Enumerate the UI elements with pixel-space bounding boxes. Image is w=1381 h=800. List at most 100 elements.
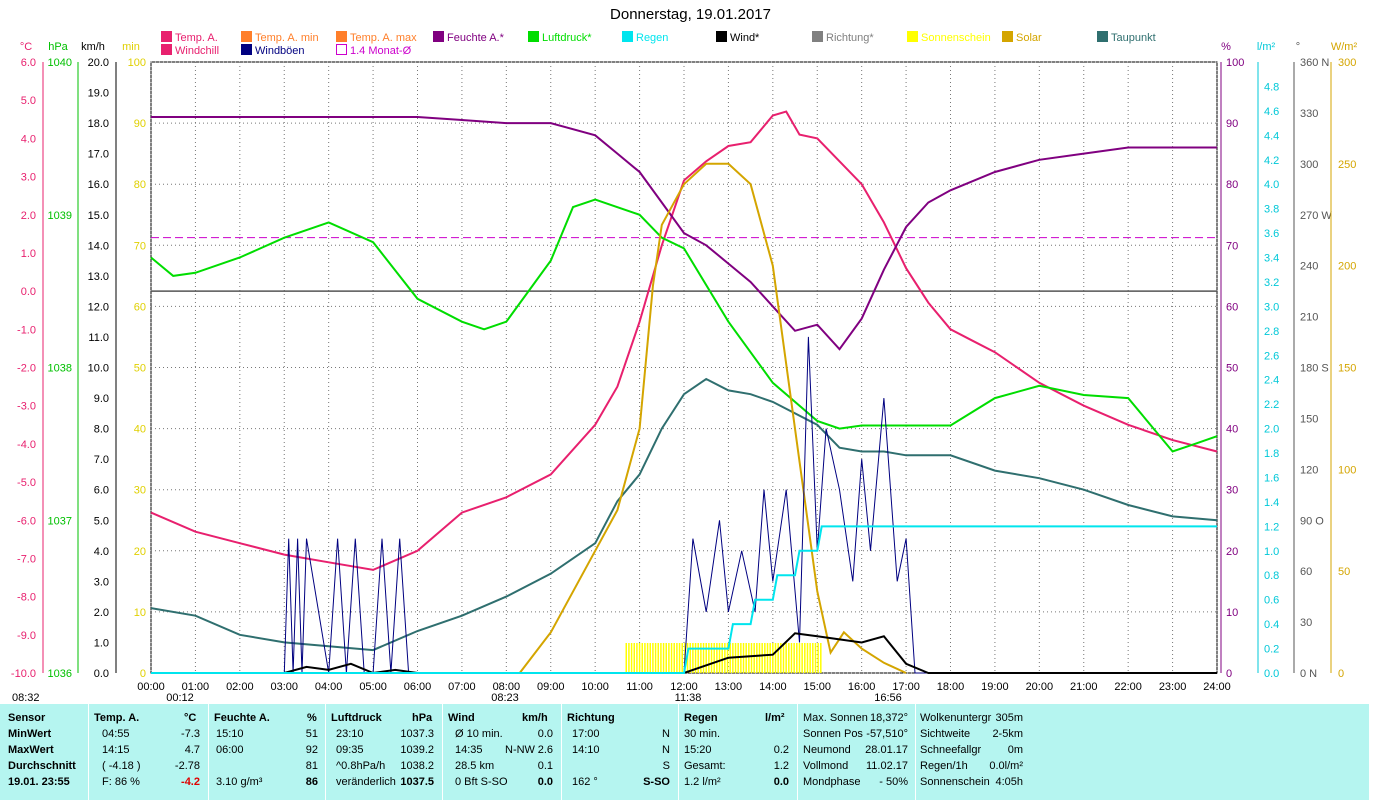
legend-item[interactable]: Wind*: [716, 31, 759, 44]
rain-axis-tick: 2.6: [1264, 350, 1279, 362]
solar-axis-tick: 150: [1338, 363, 1356, 375]
temp-axis-tick: 6.0: [21, 57, 36, 69]
hum-axis-tick: 40: [1226, 424, 1238, 436]
x-tick-label: 21:00: [1070, 681, 1098, 693]
dir-axis-tick: 210: [1300, 312, 1318, 324]
astro-value: 28.01.17: [865, 744, 908, 756]
temp-axis-tick: -9.0: [17, 630, 36, 642]
sun-axis-tick: 50: [134, 363, 146, 375]
legend-item[interactable]: Temp. A. min: [241, 31, 319, 44]
wind-axis-tick: 5.0: [94, 515, 109, 527]
pressure-axis-tick: 1039: [48, 210, 72, 222]
legend-label: Windböen: [255, 45, 305, 57]
misc-value: 305m: [995, 712, 1023, 724]
legend-label: Temp. A. max: [350, 32, 417, 44]
astro-value: - 50%: [879, 776, 908, 788]
legend-item[interactable]: Luftdruck*: [528, 31, 592, 44]
temp-axis-tick: -10.0: [11, 668, 36, 680]
rain-axis-tick: 4.4: [1264, 130, 1279, 142]
dir-unit: °: [1296, 41, 1300, 53]
astro-value: 11.02.17: [865, 760, 908, 772]
dir-axis-tick: 150: [1300, 413, 1318, 425]
pressure-axis-tick: 1040: [48, 57, 72, 69]
rain-axis-tick: 3.0: [1264, 301, 1279, 313]
hum-axis-tick: 10: [1226, 607, 1238, 619]
misc-key: Regen/1h: [920, 760, 968, 772]
x-tick-label: 03:00: [270, 681, 298, 693]
x-tick-label: 07:00: [448, 681, 476, 693]
legend-swatch: [1097, 31, 1108, 42]
wind-axis-tick: 1.0: [94, 637, 109, 649]
legend-item[interactable]: Sonnenschein: [907, 31, 991, 44]
legend-swatch: [336, 44, 347, 55]
wind-dir: N-NW: [505, 744, 535, 756]
solar-axis-tick: 50: [1338, 566, 1350, 578]
x-tick-label: 13:00: [715, 681, 743, 693]
row-label: Durchschnitt: [8, 760, 76, 772]
rain-time: 1.2 l/m²: [684, 776, 721, 788]
legend-item[interactable]: Windböen: [241, 44, 305, 57]
temp-time: 14:15: [102, 744, 130, 756]
rain-unit: l/m²: [1257, 41, 1276, 53]
legend-item[interactable]: Solar: [1002, 31, 1042, 44]
hum-axis-tick: 30: [1226, 485, 1238, 497]
legend-item[interactable]: Regen: [622, 31, 668, 44]
legend-swatch: [433, 31, 444, 42]
misc-value: 4:05h: [995, 776, 1023, 788]
pressure-axis-tick: 1036: [48, 668, 72, 680]
rain-axis-tick: 3.8: [1264, 204, 1279, 216]
legend-item[interactable]: Temp. A. max: [336, 31, 417, 44]
hum-axis-tick: 80: [1226, 179, 1238, 191]
legend-swatch: [161, 44, 172, 55]
marker-label: 08:23: [491, 692, 519, 704]
wind-axis-tick: 4.0: [94, 546, 109, 558]
hum-time: 3.10 g/m³: [216, 776, 263, 788]
legend-label: Sonnenschein: [921, 32, 991, 44]
legend-swatch: [241, 31, 252, 42]
rain-axis-tick: 0.8: [1264, 570, 1279, 582]
rain-axis-tick: 1.0: [1264, 546, 1279, 558]
press-value: 1039.2: [400, 744, 434, 756]
wind-axis-tick: 9.0: [94, 393, 109, 405]
dir-axis-tick: 240: [1300, 261, 1318, 273]
x-tick-label: 02:00: [226, 681, 254, 693]
misc-key: Schneefallgr: [920, 744, 982, 756]
legend-item[interactable]: Taupunkt: [1097, 31, 1156, 44]
pressure-axis-tick: 1037: [48, 515, 72, 527]
press-time: 23:10: [336, 728, 364, 740]
x-tick-label: 09:00: [537, 681, 565, 693]
astro-key: Vollmond: [803, 760, 849, 772]
misc-value: 2-5km: [992, 728, 1023, 740]
marker-label: 11:38: [675, 692, 702, 704]
temp-value: -4.2: [181, 776, 200, 788]
legend-item[interactable]: Windchill: [161, 44, 219, 57]
rain-axis-tick: 1.4: [1264, 497, 1279, 509]
rain-time: 15:20: [684, 744, 712, 756]
wind-time: 0 Bft S-SO: [455, 776, 508, 788]
legend-swatch: [1002, 31, 1013, 42]
wind-axis-tick: 2.0: [94, 607, 109, 619]
wind-value: 0.1: [537, 760, 553, 772]
sun-axis-tick: 100: [128, 57, 146, 69]
sun-axis-tick: 70: [134, 240, 146, 252]
dir-axis-tick: 90 O: [1300, 515, 1324, 527]
legend-label: Luftdruck*: [542, 32, 592, 44]
sun-axis-tick: 60: [134, 301, 146, 313]
press-time: 09:35: [336, 744, 364, 756]
rain-axis-tick: 3.6: [1264, 228, 1279, 240]
dir-value: S-SO: [643, 776, 670, 788]
hdr-press-unit: hPa: [412, 712, 433, 724]
legend-item[interactable]: Temp. A.: [161, 31, 218, 44]
pressure-axis-tick: 1038: [48, 363, 72, 375]
legend-item[interactable]: 1.4 Monat-Ø: [336, 44, 411, 57]
legend-item[interactable]: Feuchte A.*: [433, 31, 504, 44]
legend-item[interactable]: Richtung*: [812, 31, 874, 44]
hdr-rain-unit: l/m²: [765, 712, 785, 724]
rain-axis-tick: 2.4: [1264, 375, 1279, 387]
hum-value: 81: [305, 760, 318, 772]
legend-swatch: [528, 31, 539, 42]
temp-axis-tick: -3.0: [17, 401, 36, 413]
hum-value: 86: [305, 776, 318, 788]
legend-label: Solar: [1016, 32, 1042, 44]
rain-axis-tick: 0.0: [1264, 668, 1279, 680]
